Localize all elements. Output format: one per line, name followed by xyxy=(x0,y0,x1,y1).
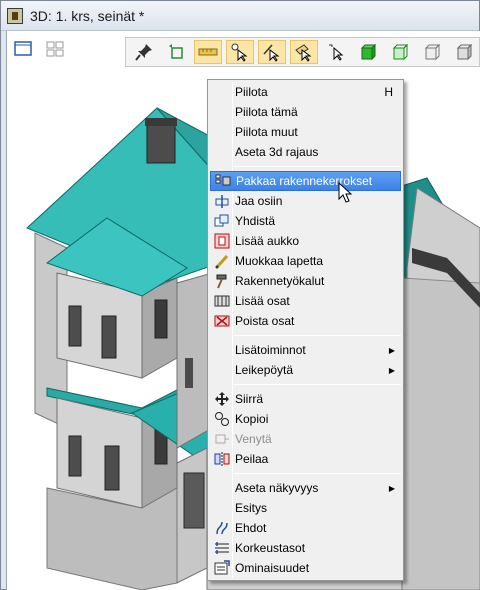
split-icon xyxy=(212,192,232,210)
conditions-icon xyxy=(212,519,232,537)
add-opening-icon xyxy=(212,232,232,250)
single-view-icon[interactable] xyxy=(9,37,37,61)
stretch-icon xyxy=(212,430,232,448)
menu-item-pakkaa-rakennekerrokset[interactable]: Pakkaa rakennekerrokset xyxy=(210,171,401,191)
menu-item-leikepoyta[interactable]: Leikepöytä ▶ xyxy=(210,360,401,380)
menu-item-piilota-muut[interactable]: Piilota muut xyxy=(210,122,401,142)
ruler-icon[interactable] xyxy=(194,40,222,64)
select-edge-icon[interactable] xyxy=(258,40,286,64)
menu-item-lisaa-osat[interactable]: Lisää osat xyxy=(210,291,401,311)
menu-item-aseta-nakyvyys[interactable]: Aseta näkyvyys ▶ xyxy=(210,478,401,498)
menu-item-venyta[interactable]: Venytä xyxy=(210,429,401,449)
add-parts-icon xyxy=(212,292,232,310)
menu-item-korkeustasot[interactable]: Korkeustasot xyxy=(210,538,401,558)
properties-icon xyxy=(212,559,232,577)
mouse-cursor-icon xyxy=(338,182,353,203)
menu-separator xyxy=(234,335,401,336)
hammer-icon xyxy=(212,272,232,290)
select-point-icon[interactable] xyxy=(226,40,254,64)
edit-slope-icon xyxy=(212,252,232,270)
app-icon[interactable] xyxy=(7,8,23,24)
copy-icon xyxy=(212,410,232,428)
menu-item-muokkaa-lapetta[interactable]: Muokkaa lapetta xyxy=(210,251,401,271)
grid-view-icon[interactable] xyxy=(41,37,69,61)
shortcut-label: H xyxy=(384,85,393,99)
pin-icon[interactable] xyxy=(130,40,158,64)
remove-parts-icon xyxy=(212,312,232,330)
pack-layers-icon xyxy=(213,172,233,190)
cube-gray-icon[interactable] xyxy=(450,40,478,64)
menu-item-lisaa-aukko[interactable]: Lisää aukko xyxy=(210,231,401,251)
cube-green-solid-icon[interactable] xyxy=(354,40,382,64)
menu-item-esitys[interactable]: Esitys xyxy=(210,498,401,518)
menu-item-yhdista[interactable]: Yhdistä xyxy=(210,211,401,231)
select-face-icon[interactable] xyxy=(290,40,318,64)
view-layout-toolbar xyxy=(9,37,69,63)
submenu-arrow-icon: ▶ xyxy=(388,365,395,375)
submenu-arrow-icon: ▶ xyxy=(388,345,395,355)
context-menu: Piilota H Piilota tämä Piilota muut Aset… xyxy=(207,79,404,581)
menu-item-lisatoiminnot[interactable]: Lisätoiminnot ▶ xyxy=(210,340,401,360)
menu-item-poista-osat[interactable]: Poista osat xyxy=(210,311,401,331)
menu-item-ominaisuudet[interactable]: Ominaisuudet xyxy=(210,558,401,578)
mirror-icon xyxy=(212,450,232,468)
menu-item-siirra[interactable]: Siirrä xyxy=(210,389,401,409)
menu-separator xyxy=(234,384,401,385)
menu-item-piilota-tama[interactable]: Piilota tämä xyxy=(210,102,401,122)
menu-item-peilaa[interactable]: Peilaa xyxy=(210,449,401,469)
merge-icon xyxy=(212,212,232,230)
menu-item-jaa-osiin[interactable]: Jaa osiin xyxy=(210,191,401,211)
move-icon xyxy=(212,390,232,408)
cube-green-wire-icon[interactable] xyxy=(386,40,414,64)
title-bar: 3D: 1. krs, seinät * xyxy=(1,1,479,31)
window-title: 3D: 1. krs, seinät * xyxy=(30,8,145,24)
tools-toolbar xyxy=(125,37,480,67)
select-pointer-icon[interactable] xyxy=(322,40,350,64)
cube-gray-wire-icon[interactable] xyxy=(418,40,446,64)
levels-icon xyxy=(212,539,232,557)
menu-separator xyxy=(234,166,401,167)
menu-separator xyxy=(234,473,401,474)
submenu-arrow-icon: ▶ xyxy=(388,483,395,493)
rotate-frame-icon[interactable] xyxy=(162,40,190,64)
menu-item-aseta-3d-rajaus[interactable]: Aseta 3d rajaus xyxy=(210,142,401,162)
menu-item-piilota[interactable]: Piilota H xyxy=(210,82,401,102)
menu-item-rakennetyokalut[interactable]: Rakennetyökalut xyxy=(210,271,401,291)
menu-item-ehdot[interactable]: Ehdot xyxy=(210,518,401,538)
menu-item-kopioi[interactable]: Kopioi xyxy=(210,409,401,429)
